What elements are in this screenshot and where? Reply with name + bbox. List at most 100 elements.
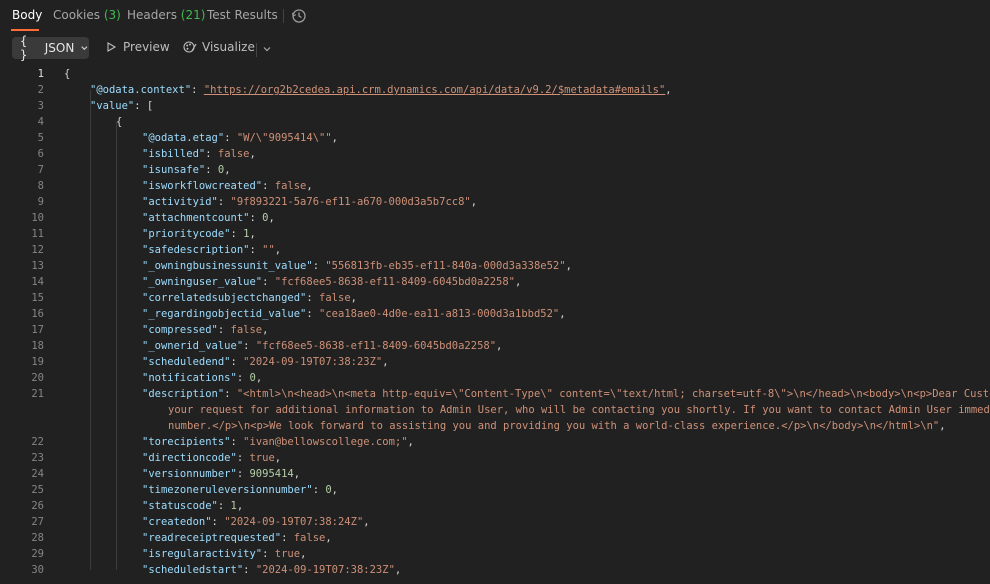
code-token: : xyxy=(236,452,250,464)
visualize-menu-chevron-icon[interactable] xyxy=(261,43,273,55)
code-token: : xyxy=(236,468,250,480)
line-number: 13 xyxy=(31,260,44,272)
code-token: : xyxy=(217,324,231,336)
code-line: { xyxy=(64,66,70,82)
code-line: "safedescription": "", xyxy=(142,242,281,258)
code-token: "attachmentcount" xyxy=(142,212,250,224)
tab-cookies[interactable]: Cookies (3) xyxy=(53,8,121,22)
line-number: 7 xyxy=(37,164,44,176)
preview-button[interactable]: Preview xyxy=(105,40,170,54)
play-icon xyxy=(107,42,117,52)
code-token: false xyxy=(230,324,263,336)
line-number: 30 xyxy=(31,564,44,576)
code-line: "compressed": false, xyxy=(142,322,268,338)
code-token: , xyxy=(559,308,566,320)
code-token: "_owninguser_value" xyxy=(142,276,263,288)
code-token: "versionnumber" xyxy=(142,468,237,480)
line-number: 10 xyxy=(31,212,44,224)
code-token: "activityid" xyxy=(142,196,218,208)
tab-test-results[interactable]: Test Results xyxy=(207,8,278,22)
code-token: "2024-09-19T07:38:23Z" xyxy=(243,356,383,368)
tab-headers-count: (21) xyxy=(180,8,206,22)
code-token[interactable]: "https://org2b2cedea.api.crm.dynamics.co… xyxy=(204,84,665,96)
code-token: "description" xyxy=(142,388,225,400)
code-token: , xyxy=(394,564,402,576)
code-token: "_owningbusinessunit_value" xyxy=(142,260,313,272)
code-line: your request for additional information … xyxy=(168,402,990,418)
code-token: "_regardingobjectid_value" xyxy=(142,308,307,320)
code-token: "2024-09-19T07:38:24Z" xyxy=(224,516,364,528)
line-number: 27 xyxy=(31,516,44,528)
code-token: false xyxy=(293,532,326,544)
visualize-button[interactable]: Visualize xyxy=(183,40,255,54)
code-token: , xyxy=(274,452,282,464)
code-token: "directioncode" xyxy=(142,452,237,464)
code-token: true xyxy=(249,452,275,464)
code-token: true xyxy=(274,548,301,560)
code-token: : xyxy=(211,516,225,528)
code-token: "556813fb-eb35-ef11-840a-000d3a338e52" xyxy=(325,260,566,272)
code-token: "isunsafe" xyxy=(142,164,206,176)
code-token: , xyxy=(382,356,389,368)
code-token: : xyxy=(224,388,237,400)
tab-cookies-count: (3) xyxy=(103,8,121,22)
code-line: "scheduledstart": "2024-09-19T07:38:23Z"… xyxy=(142,562,401,578)
history-icon[interactable] xyxy=(291,8,307,24)
code-token: : xyxy=(306,308,320,320)
indent-guide xyxy=(116,122,117,570)
code-token: "prioritycode" xyxy=(142,228,231,240)
code-token: 9095414 xyxy=(249,468,294,480)
line-number: 6 xyxy=(37,148,44,160)
code-line: "description": "<html>\n<head>\n<meta ht… xyxy=(142,386,990,402)
code-line: "isregularactivity": true, xyxy=(142,546,306,562)
json-braces-icon: { } xyxy=(20,34,28,62)
code-line: "isunsafe": 0, xyxy=(142,162,231,178)
line-number: 2 xyxy=(37,84,44,96)
code-token: : xyxy=(262,548,275,560)
code-token: false xyxy=(319,292,351,304)
code-token: "value" xyxy=(90,100,135,112)
tab-headers[interactable]: Headers (21) xyxy=(127,8,205,22)
code-token: "2024-09-19T07:38:23Z" xyxy=(255,564,395,576)
code-token: , xyxy=(262,324,269,336)
code-line: { xyxy=(116,114,122,130)
code-token: : xyxy=(205,148,218,160)
code-token: "timezoneruleversionnumber" xyxy=(142,484,313,496)
code-token: : xyxy=(230,356,244,368)
tab-divider xyxy=(283,9,284,23)
code-token: your request for additional information … xyxy=(168,404,990,416)
visualize-icon xyxy=(183,41,197,53)
code-line: "timezoneruleversionnumber": 0, xyxy=(142,482,338,498)
tab-cookies-label: Cookies xyxy=(53,8,100,22)
line-number: 16 xyxy=(31,308,44,320)
code-token: "readreceiptrequested" xyxy=(142,532,282,544)
line-number: 17 xyxy=(31,324,44,336)
indent-guide xyxy=(90,90,91,570)
code-token: { xyxy=(116,116,123,128)
code-token: "cea18ae0-4d0e-ea11-a813-000d3a1bbd52" xyxy=(319,308,560,320)
code-token: "scheduledend" xyxy=(142,356,231,368)
code-line: "_owninguser_value": "fcf68ee5-8638-ef11… xyxy=(142,274,521,290)
line-number: 11 xyxy=(31,228,44,240)
code-token: : xyxy=(306,292,320,304)
code-token: , xyxy=(325,532,332,544)
code-token: , xyxy=(407,436,414,448)
code-token: "@odata.context" xyxy=(90,84,192,96)
code-token: "9f893221-5a76-ef11-a670-000d3a5b7cc8" xyxy=(230,196,471,208)
tab-headers-label: Headers xyxy=(127,8,177,22)
format-dropdown[interactable]: { } JSON xyxy=(12,34,89,62)
code-token: : xyxy=(236,372,250,384)
response-body-editor[interactable]: 1 2 3 4 5 6 7 8 9 10 11 12 13 14 15 16 17 18 19 20 21 22 23 24 2… xyxy=(0,66,990,584)
code-token: , xyxy=(665,84,672,96)
tab-body-label: Body xyxy=(12,8,43,22)
code-token: "statuscode" xyxy=(142,500,218,512)
line-number: 26 xyxy=(31,500,44,512)
tab-body[interactable]: Body xyxy=(12,8,42,22)
code-line: "isworkflowcreated": false, xyxy=(142,178,313,194)
code-token: : [ xyxy=(134,100,154,112)
code-token: , xyxy=(293,468,301,480)
code-token: false xyxy=(274,180,307,192)
line-number: 14 xyxy=(31,276,44,288)
code-token: "scheduledstart" xyxy=(142,564,244,576)
code-token: false xyxy=(217,148,250,160)
